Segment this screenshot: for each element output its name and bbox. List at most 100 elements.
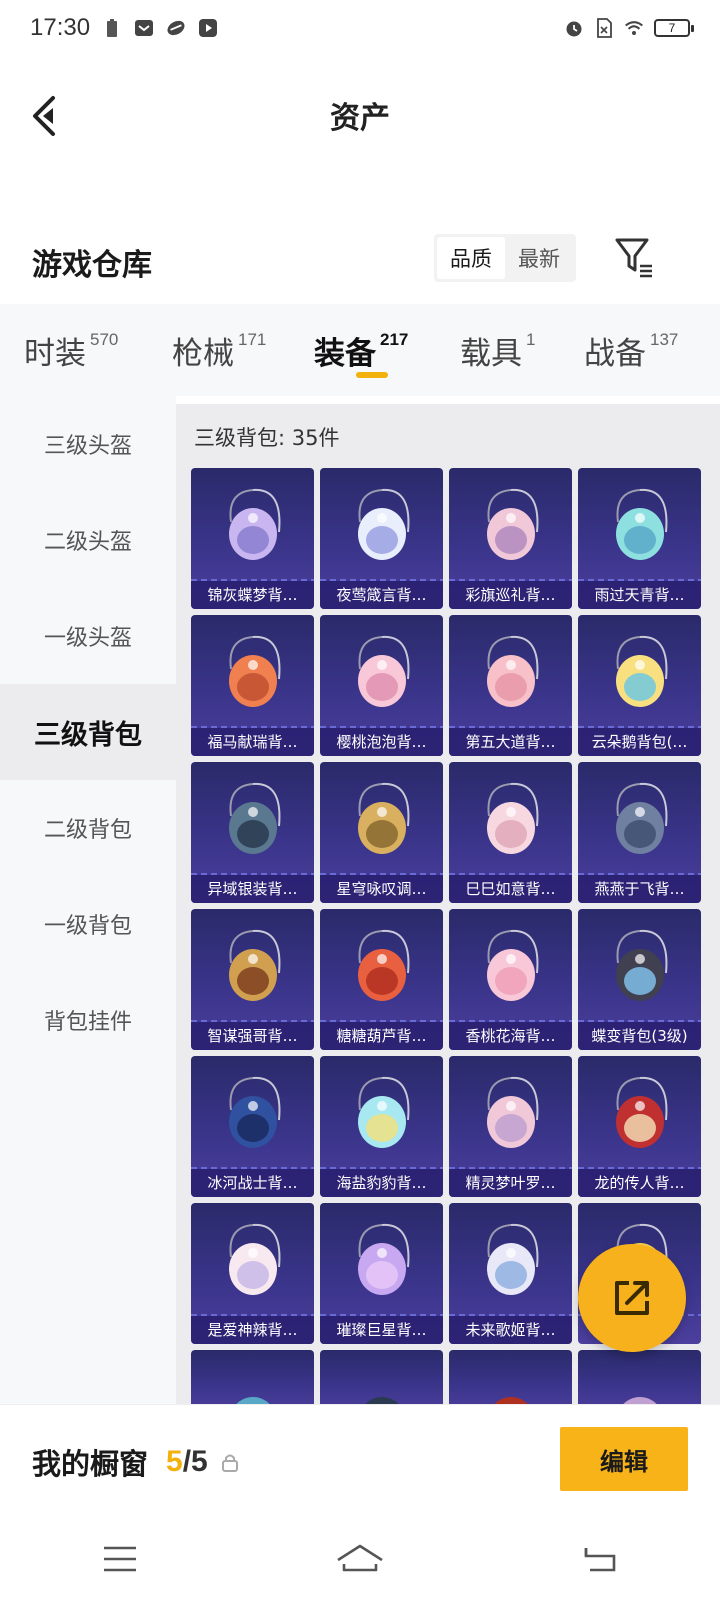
showcase-title: 我的橱窗 xyxy=(32,1446,149,1481)
edit-button[interactable]: 编辑 xyxy=(560,1427,688,1491)
status-bar-right: 7 xyxy=(564,18,694,38)
showcase-separator: / xyxy=(182,1444,192,1478)
back-button[interactable] xyxy=(24,86,64,146)
item-name: 璀璨巨星背… xyxy=(320,1316,443,1344)
sidebar: 三级头盔 二级头盔 一级头盔 三级背包 二级背包 一级背包 背包挂件 xyxy=(0,396,176,1404)
item-card[interactable]: 星穹咏叹调… xyxy=(320,762,443,903)
item-name: 海盐豹豹背… xyxy=(320,1169,443,1197)
backpack-image xyxy=(578,615,701,729)
tab-label: 枪械 xyxy=(172,336,234,372)
home-button[interactable] xyxy=(330,1534,390,1584)
sidebar-item-backpack-1[interactable]: 一级背包 xyxy=(0,876,176,972)
share-fab[interactable] xyxy=(578,1244,686,1352)
item-name: 异域银装背… xyxy=(191,875,314,903)
tab-count: 1 xyxy=(526,330,536,349)
item-card[interactable]: 糖糖葫芦背… xyxy=(320,909,443,1050)
backpack-image xyxy=(320,909,443,1023)
item-card-partial[interactable] xyxy=(320,1350,443,1404)
item-name: 未来歌姬背… xyxy=(449,1316,572,1344)
backpack-image xyxy=(578,1350,701,1404)
tab-weapons[interactable]: 枪械 171 xyxy=(172,328,266,373)
tab-fashion[interactable]: 时装 570 xyxy=(24,328,118,373)
item-card[interactable]: 香桃花海背… xyxy=(449,909,572,1050)
sidebar-item-helmet-1[interactable]: 一级头盔 xyxy=(0,588,176,684)
item-card[interactable]: 燕燕于飞背… xyxy=(578,762,701,903)
item-name: 星穹咏叹调… xyxy=(320,875,443,903)
tab-label: 载具 xyxy=(460,336,522,372)
backpack-image xyxy=(578,1056,701,1170)
sidebar-item-backpack-pendant[interactable]: 背包挂件 xyxy=(0,972,176,1068)
item-card-partial[interactable] xyxy=(191,1350,314,1404)
item-name: 冰河战士背… xyxy=(191,1169,314,1197)
sidebar-item-helmet-2[interactable]: 二级头盔 xyxy=(0,492,176,588)
item-name: 福马献瑞背… xyxy=(191,728,314,756)
status-time: 17:30 xyxy=(30,14,91,41)
item-card[interactable]: 樱桃泡泡背… xyxy=(320,615,443,756)
sidebar-item-backpack-2[interactable]: 二级背包 xyxy=(0,780,176,876)
item-name: 糖糖葫芦背… xyxy=(320,1022,443,1050)
menu-button[interactable] xyxy=(90,1534,150,1584)
section-title: 三级背包: 35件 xyxy=(194,426,340,450)
item-card[interactable]: 锦灰蝶梦背… xyxy=(191,468,314,609)
sort-option-newest[interactable]: 最新 xyxy=(505,237,573,279)
sidebar-item-helmet-3[interactable]: 三级头盔 xyxy=(0,396,176,492)
item-card[interactable]: 精灵梦叶罗… xyxy=(449,1056,572,1197)
alarm-icon xyxy=(564,18,584,38)
item-name: 龙的传人背… xyxy=(578,1169,701,1197)
item-card[interactable]: 云朵鹅背包(… xyxy=(578,615,701,756)
filter-button[interactable] xyxy=(612,232,656,282)
tab-count: 217 xyxy=(380,330,409,349)
tab-gear[interactable]: 战备 137 xyxy=(584,328,678,373)
item-card[interactable]: 夜莺箴言背… xyxy=(320,468,443,609)
sort-option-quality[interactable]: 品质 xyxy=(437,237,505,279)
backpack-image xyxy=(320,1350,443,1404)
item-card[interactable]: 海盐豹豹背… xyxy=(320,1056,443,1197)
item-card[interactable]: 异域银装背… xyxy=(191,762,314,903)
showcase-bar: 我的橱窗 5/5 编辑 xyxy=(0,1404,720,1518)
item-name: 燕燕于飞背… xyxy=(578,875,701,903)
backpack-image xyxy=(191,615,314,729)
item-name: 锦灰蝶梦背… xyxy=(191,581,314,609)
backpack-image xyxy=(578,468,701,582)
backpack-image xyxy=(449,468,572,582)
item-name: 是爱神辣背… xyxy=(191,1316,314,1344)
item-name: 樱桃泡泡背… xyxy=(320,728,443,756)
backpack-image xyxy=(191,1203,314,1317)
backpack-image xyxy=(578,762,701,876)
item-card-partial[interactable] xyxy=(449,1350,572,1404)
backpack-image xyxy=(449,762,572,876)
backpack-image xyxy=(191,762,314,876)
item-card[interactable]: 蝶变背包(3级) xyxy=(578,909,701,1050)
backpack-image xyxy=(449,1056,572,1170)
item-card[interactable]: 第五大道背… xyxy=(449,615,572,756)
back-arrow-icon xyxy=(584,1548,616,1572)
item-name: 夜莺箴言背… xyxy=(320,581,443,609)
item-card[interactable]: 巳巳如意背… xyxy=(449,762,572,903)
item-card[interactable]: 龙的传人背… xyxy=(578,1056,701,1197)
sidebar-item-backpack-3[interactable]: 三级背包 xyxy=(0,684,176,780)
tab-vehicles[interactable]: 载具 1 xyxy=(460,328,535,373)
mail-icon xyxy=(134,18,154,38)
item-name: 智谋强哥背… xyxy=(191,1022,314,1050)
showcase-total: 5 xyxy=(191,1444,208,1478)
item-card[interactable]: 智谋强哥背… xyxy=(191,909,314,1050)
item-card[interactable]: 彩旗巡礼背… xyxy=(449,468,572,609)
showcase-count: 5/5 xyxy=(166,1445,208,1479)
item-card[interactable]: 雨过天青背… xyxy=(578,468,701,609)
tab-count: 137 xyxy=(650,330,679,349)
item-card[interactable]: 福马献瑞背… xyxy=(191,615,314,756)
item-name: 巳巳如意背… xyxy=(449,875,572,903)
item-card[interactable]: 璀璨巨星背… xyxy=(320,1203,443,1344)
item-card[interactable]: 冰河战士背… xyxy=(191,1056,314,1197)
tab-equipment[interactable]: 装备 217 xyxy=(314,328,408,373)
back-nav-button[interactable] xyxy=(570,1534,630,1584)
page-header: 资产 xyxy=(0,60,720,170)
item-card-partial[interactable] xyxy=(578,1350,701,1404)
status-bar: 17:30 7 xyxy=(0,0,720,56)
tab-count: 570 xyxy=(90,330,119,349)
battery-icon: 7 xyxy=(654,19,694,37)
item-card[interactable]: 是爱神辣背… xyxy=(191,1203,314,1344)
filter-icon xyxy=(615,238,652,278)
backpack-image xyxy=(191,1056,314,1170)
item-card[interactable]: 未来歌姬背… xyxy=(449,1203,572,1344)
